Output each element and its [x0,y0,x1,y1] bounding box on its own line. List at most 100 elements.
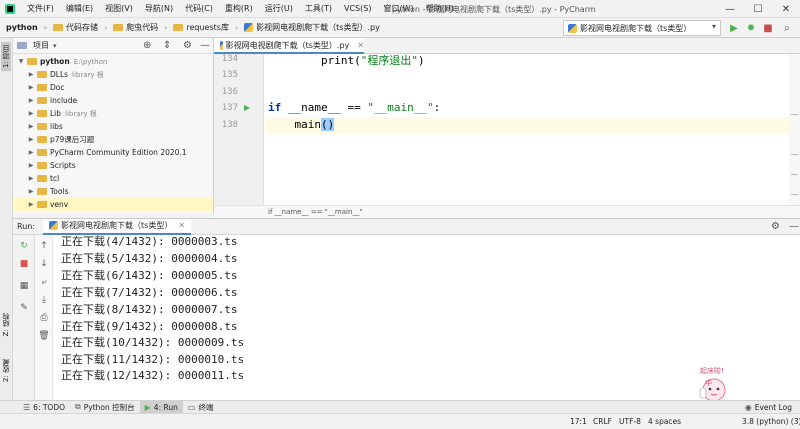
pin-icon[interactable]: ✎ [17,301,31,315]
mascot-label: 中 [705,379,712,387]
run-tab[interactable]: 影视网电视剧爬下载（ts类型） ✕ [43,218,192,235]
run-tool-button[interactable]: ▶ 4: Run [139,400,183,414]
tree-item-python[interactable]: ▼ python E:\python [13,55,213,68]
hide-icon[interactable]: — [789,221,799,232]
menu-file[interactable]: 文件(F) [21,3,60,14]
chevron-right-icon[interactable]: ▶ [27,97,35,104]
editor-tab-active[interactable]: 影视网电视剧爬下载（ts类型）.py ✕ [214,38,364,54]
chevron-down-icon[interactable]: ▾ [53,42,57,50]
console-line: 正在下载(9/1432): 0000008.ts [61,320,238,333]
print-icon[interactable]: ⎙ [37,311,51,325]
line-number: 138 [221,120,238,130]
bottom-tool-bar: ☰ 6: TODO ⧉ Python 控制台 ▶ 4: Run ▭ 终端 ◉ Event … [0,400,800,414]
terminal-icon: ▭ [187,402,196,412]
navigation-bar: python › 代码存储 › 爬虫代码 › requests库 › 影视网电视剧爬下载… [0,18,800,38]
folder-icon [173,24,184,31]
folder-icon [37,97,47,104]
folder-icon [37,71,47,78]
tree-item-scripts[interactable]: ▶ Scripts [13,159,213,172]
menu-run[interactable]: 运行(U) [259,3,299,14]
left-tool-strip: 1: 项目 Z: 结构 2: 收藏 [0,38,13,400]
chevron-right-icon[interactable]: ▶ [27,84,35,91]
caret-position[interactable]: 17:1 [570,417,587,426]
tree-item-pycharm[interactable]: ▶ PyCharm Community Edition 2020.1 [13,146,213,159]
tree-item-tools[interactable]: ▶ Tools [13,185,213,198]
chevron-right-icon[interactable]: ▶ [27,123,35,130]
chevron-right-icon[interactable]: ▶ [27,175,35,182]
line-separator[interactable]: CRLF [593,417,612,426]
tree-item-include[interactable]: ▶ include [13,94,213,107]
menu-vcs[interactable]: VCS(S) [338,4,377,13]
tree-item-tcl[interactable]: ▶ tcl [13,172,213,185]
chevron-right-icon[interactable]: ▶ [27,201,35,208]
soft-wrap-icon[interactable]: ⤶ [37,275,51,289]
chevron-right-icon[interactable]: ▶ [27,136,35,143]
menu-refactor[interactable]: 重构(R) [219,3,259,14]
file-encoding[interactable]: UTF-8 [619,417,641,426]
run-console[interactable]: 正在下载(4/1432): 0000003.ts 正在下载(5/1432): 0… [53,235,800,400]
indent-setting[interactable]: 4 spaces [648,417,681,426]
menu-edit[interactable]: 编辑(E) [60,3,99,14]
close-window-button[interactable]: ✕ [772,0,800,18]
code-line-138: main() [294,118,335,131]
collapse-icon[interactable]: ⇕ [163,40,171,51]
chevron-right-icon[interactable]: ▶ [27,149,35,156]
arrow-down-icon[interactable]: ↓ [37,257,51,271]
menu-tools[interactable]: 工具(T) [299,3,338,14]
scroll-to-end-icon[interactable]: ⤓ [37,293,51,307]
editor-gutter: 134 135 136 137 ▶ 138 [214,54,264,205]
tree-item-venv[interactable]: ▶ venv [13,198,213,211]
folder-icon [37,149,47,156]
chevron-right-icon[interactable]: ▶ [27,71,35,78]
editor-tab-bar: 影视网电视剧爬下载（ts类型）.py ✕ [214,38,800,54]
run-configuration-select[interactable]: 影视网电视剧爬下载（ts类型） ▾ [563,20,721,36]
trash-icon[interactable]: 🗑 [37,329,51,343]
code-editor[interactable]: 134 135 136 137 ▶ 138 print("程序退出") if _… [214,54,800,205]
tree-item-dlls[interactable]: ▶ DLLs library 根 [13,68,213,81]
project-tool-button[interactable]: 1: 项目 [1,42,11,72]
close-tab-icon[interactable]: ✕ [357,41,364,50]
close-tab-icon[interactable]: ✕ [178,221,185,230]
menu-code[interactable]: 代码(C) [179,3,219,14]
search-icon[interactable]: ⌕ [780,21,794,35]
breadcrumb-folder-2[interactable]: 爬虫代码 › [107,22,167,33]
gear-icon[interactable]: ⚙ [771,221,780,232]
python-console-tool-button[interactable]: ⧉ Python 控制台 [70,401,140,414]
tree-item-lib[interactable]: ▶ Lib library 根 [13,107,213,120]
terminal-tool-button[interactable]: ▭ 终端 [183,401,219,414]
project-icon [17,42,27,49]
breadcrumb-project[interactable]: python › [0,23,47,32]
tree-item-doc[interactable]: ▶ Doc [13,81,213,94]
menu-view[interactable]: 视图(V) [99,3,139,14]
project-panel-header: 项目 ▾ ⊕ ⇕ ⚙ — [13,38,213,54]
chevron-down-icon[interactable]: ▼ [17,58,25,65]
maximize-button[interactable]: ☐ [744,0,772,18]
python-interpreter[interactable]: 3.8 (python) (3) [742,417,800,426]
run-gutter-icon[interactable]: ▶ [244,103,250,112]
locate-icon[interactable]: ⊕ [143,40,151,51]
chevron-right-icon[interactable]: ▶ [27,162,35,169]
structure-tool-button[interactable]: Z: 结构 [1,310,11,339]
breadcrumb-folder-1[interactable]: 代码存储 › [47,22,107,33]
rerun-icon[interactable]: ↻ [17,239,31,253]
debug-icon[interactable]: ✹ [744,21,758,35]
tree-item-libs[interactable]: ▶ libs [13,120,213,133]
arrow-up-icon[interactable]: ↑ [37,239,51,253]
minimize-button[interactable]: — [716,0,744,18]
breadcrumb-file[interactable]: 影视网电视剧爬下载（ts类型）.py [238,22,380,33]
layout-icon[interactable]: ▦ [17,279,31,293]
menu-navigate[interactable]: 导航(N) [139,3,179,14]
stop-icon[interactable]: ■ [761,21,775,35]
run-icon[interactable]: ▶ [727,21,741,35]
editor-breadcrumb[interactable]: if __name__ == "__main__" [214,205,800,218]
tree-item-p79[interactable]: ▶ p79课后习题 [13,133,213,146]
chevron-right-icon[interactable]: ▶ [27,188,35,195]
todo-tool-button[interactable]: ☰ 6: TODO [18,401,70,414]
breadcrumb-folder-3[interactable]: requests库 › [167,22,238,33]
chevron-right-icon[interactable]: ▶ [27,110,35,117]
gear-icon[interactable]: ⚙ [183,40,192,51]
hide-icon[interactable]: — [200,40,210,51]
editor-scrollbar[interactable] [789,54,800,205]
favorites-tool-button[interactable]: 2: 收藏 [1,356,11,385]
stop-icon[interactable]: ■ [17,257,31,271]
